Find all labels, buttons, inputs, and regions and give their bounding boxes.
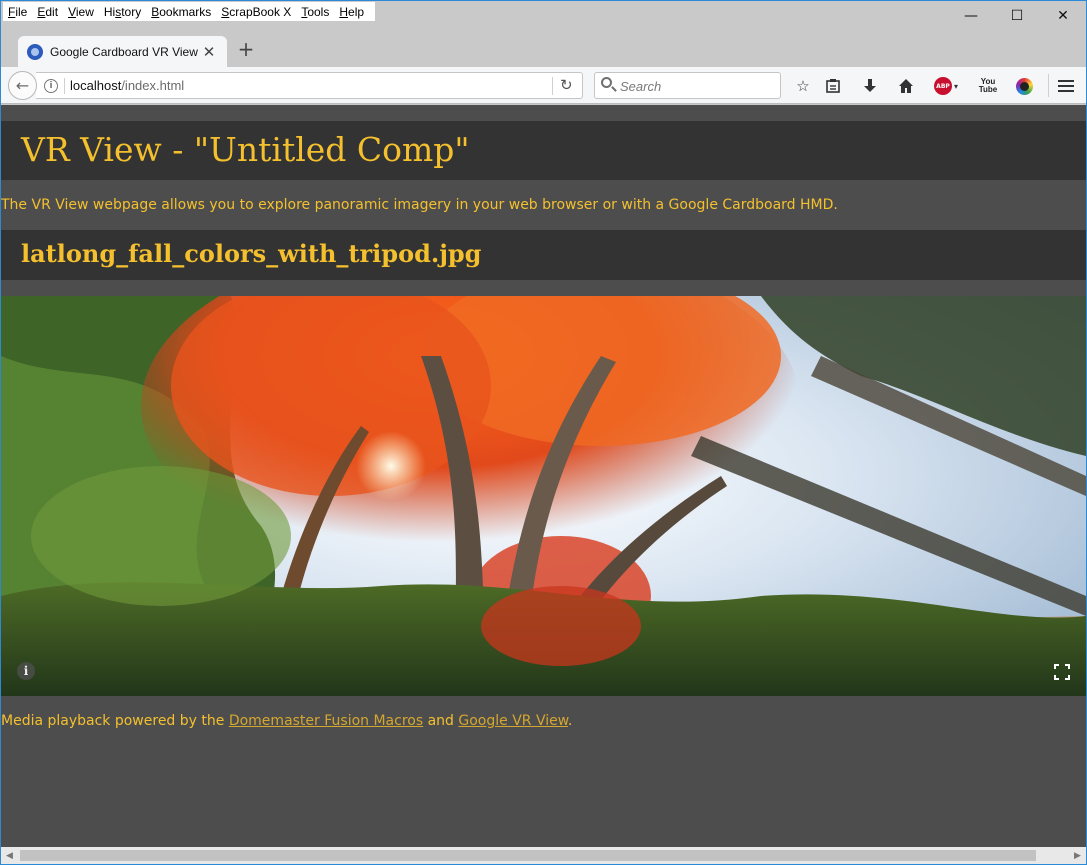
back-button[interactable]: ← <box>8 71 37 100</box>
scroll-left-icon[interactable]: ◀ <box>1 847 18 864</box>
youtube-label: You Tube <box>979 78 998 94</box>
scrollbar-thumb[interactable] <box>20 850 1036 861</box>
maximize-button[interactable]: ☐ <box>994 1 1040 31</box>
maximize-icon: ☐ <box>1010 8 1024 24</box>
menu-item-help[interactable]: Help <box>334 3 369 21</box>
tab-strip: Google Cardboard VR View ✕ + <box>1 31 1086 67</box>
menu-item-edit[interactable]: Edit <box>32 3 63 21</box>
site-info-icon[interactable]: i <box>44 79 58 93</box>
youtube-icon[interactable]: You Tube <box>977 75 999 97</box>
search-placeholder: Search <box>620 79 662 94</box>
menu-item-text: V <box>68 4 76 19</box>
close-button[interactable]: ✕ <box>1040 1 1086 31</box>
intro-text: The VR View webpage allows you to explor… <box>1 197 838 213</box>
footer-prefix: Media playback powered by the <box>1 713 229 729</box>
chevron-down-icon: ▾ <box>953 81 958 91</box>
reload-separator <box>552 77 553 95</box>
footer-credits: Media playback powered by the Domemaster… <box>1 713 572 729</box>
navigation-bar: i localhost/index.html ↻ ← Search ☆ ABP ▾… <box>1 67 1086 104</box>
menu-item-history[interactable]: History <box>99 3 146 21</box>
vr-panorama-viewer[interactable]: i <box>1 296 1086 696</box>
url-bar[interactable]: i localhost/index.html ↻ <box>36 72 583 99</box>
media-title-bar: latlong_fall_colors_with_tripod.jpg <box>1 230 1086 280</box>
menu-item-text: ile <box>15 4 28 19</box>
menu-item-text: iew <box>75 4 94 19</box>
bookmark-star-icon[interactable]: ☆ <box>792 75 814 97</box>
menu-bar: File Edit View History Bookmarks ScrapBook XT… <box>1 1 1086 23</box>
toolbar-separator <box>1048 74 1049 97</box>
menu-item-scrapbook-x[interactable]: ScrapBook X <box>216 3 296 21</box>
google-vr-view-link[interactable]: Google VR View <box>458 713 568 729</box>
browser-window: File Edit View History Bookmarks ScrapBook XT… <box>0 0 1087 865</box>
menu-item-tools[interactable]: Tools <box>296 3 334 21</box>
search-icon <box>601 77 612 88</box>
url-separator <box>64 78 65 94</box>
menu-item-text: tory <box>121 4 142 19</box>
download-icon[interactable] <box>859 75 881 97</box>
url-host: localhost <box>70 78 122 93</box>
adblock-plus-badge: ABP <box>933 77 952 95</box>
youtube-label-bottom: Tube <box>978 85 998 94</box>
globe-favicon-icon <box>27 43 43 60</box>
media-filename: latlong_fall_colors_with_tripod.jpg <box>21 239 482 268</box>
url-path: /index.html <box>121 78 185 93</box>
menu-item-text: Hi <box>103 4 116 19</box>
footer-suffix: . <box>567 713 573 729</box>
menu-item-text: crapBook X <box>229 4 292 19</box>
search-bar[interactable]: Search <box>594 72 781 99</box>
adblock-plus-icon[interactable]: ABP ▾ <box>931 75 961 97</box>
reload-icon[interactable]: ↻ <box>560 76 573 94</box>
menu-item-bookmarks[interactable]: Bookmarks <box>146 3 216 21</box>
menu-item-text: ookmarks <box>159 4 212 19</box>
menu-icon[interactable] <box>1055 75 1077 97</box>
scroll-right-icon[interactable]: ▶ <box>1069 847 1086 864</box>
reading-list-icon[interactable] <box>822 75 844 97</box>
page-content: VR View - "Untitled Comp" The VR View we… <box>1 105 1086 847</box>
menu-item-text: dit <box>45 4 59 19</box>
domemaster-fusion-macros-link[interactable]: Domemaster Fusion Macros <box>229 713 423 729</box>
menu-item-text: ools <box>307 4 330 19</box>
home-icon[interactable] <box>895 75 917 97</box>
page-title-bar: VR View - "Untitled Comp" <box>1 121 1086 180</box>
menu-item-view[interactable]: View <box>63 3 99 21</box>
menu-item-text: elp <box>348 4 365 19</box>
menu-item-text: H <box>339 4 349 19</box>
tab-google-cardboard-vr-view[interactable]: Google Cardboard VR View ✕ <box>18 36 227 67</box>
vr-info-button[interactable]: i <box>17 662 35 680</box>
tab-title: Google Cardboard VR View <box>50 44 198 59</box>
new-tab-button[interactable]: + <box>235 38 257 60</box>
minimize-icon: — <box>964 8 978 24</box>
footer-mid: and <box>423 713 459 729</box>
panorama-image <box>1 296 1086 696</box>
minimize-button[interactable]: — <box>948 1 994 31</box>
color-wheel <box>1015 77 1033 95</box>
tab-close-icon[interactable]: ✕ <box>201 44 217 60</box>
horizontal-scrollbar[interactable]: ◀ ▶ <box>1 847 1086 864</box>
fullscreen-icon[interactable] <box>1054 664 1070 680</box>
page-title: VR View - "Untitled Comp" <box>21 130 470 169</box>
hamburger-lines <box>1058 80 1074 92</box>
menu-item-file[interactable]: File <box>3 3 32 21</box>
back-arrow-icon: ← <box>15 76 30 95</box>
close-icon: ✕ <box>1057 8 1069 24</box>
url-text[interactable]: localhost/index.html <box>70 78 184 93</box>
color-picker-icon[interactable] <box>1013 75 1035 97</box>
menu-list: File Edit View History Bookmarks ScrapBook XT… <box>3 2 376 21</box>
